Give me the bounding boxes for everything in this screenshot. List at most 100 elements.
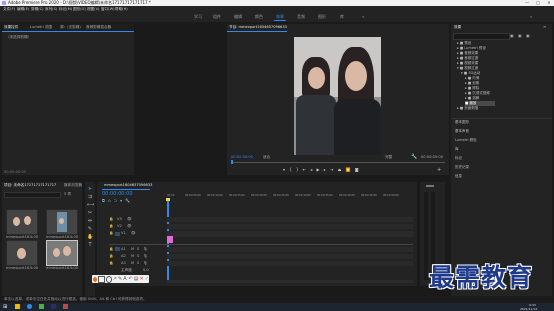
track-a2[interactable] xyxy=(167,254,413,259)
mute-button[interactable]: M xyxy=(131,261,134,265)
workspace-graphics[interactable]: 图形 xyxy=(318,12,326,22)
eye-icon[interactable]: 👁 xyxy=(131,231,136,235)
panel-menu-icon[interactable]: ≡ xyxy=(543,24,546,29)
slip-tool-icon[interactable]: ⇹ xyxy=(87,218,93,224)
playback-resolution-select[interactable]: 完整 xyxy=(385,155,392,160)
track-label-v3[interactable]: V3 xyxy=(117,217,122,221)
workspace-assembly[interactable]: 组件 xyxy=(213,12,221,22)
track-label-a3[interactable]: A3 xyxy=(121,261,126,265)
mute-button[interactable]: M xyxy=(131,254,134,258)
track-lock-icon[interactable]: 🔒 xyxy=(109,224,113,228)
master-track-label[interactable]: 主声道 xyxy=(121,268,132,273)
export-frame-icon[interactable]: ◙ xyxy=(355,167,363,172)
add-button-icon[interactable]: + xyxy=(437,167,441,173)
undo-icon[interactable]: ↶ xyxy=(129,276,133,282)
32bit-effects-icon[interactable]: ▣ xyxy=(518,33,522,38)
video-clip[interactable] xyxy=(167,236,173,243)
project-thumbnail-3[interactable] xyxy=(6,240,38,266)
pen-tool-icon[interactable]: ✎ xyxy=(87,226,93,232)
project-thumbnail-2[interactable] xyxy=(46,209,78,235)
app-icon[interactable] xyxy=(63,304,68,309)
tab-lumetri-scopes[interactable]: Lumetri 范围 xyxy=(30,25,52,30)
mute-button[interactable]: M xyxy=(131,247,134,251)
track-v3[interactable] xyxy=(167,217,413,222)
track-select-tool-icon[interactable]: ⇉ xyxy=(87,194,93,200)
track-v2[interactable] xyxy=(167,224,413,229)
track-lock-icon[interactable]: 🔒 xyxy=(109,231,113,235)
circle-icon[interactable] xyxy=(105,275,112,283)
microphone-icon[interactable]: 🎙 xyxy=(143,261,148,265)
text-icon[interactable]: A xyxy=(123,276,127,282)
solo-button[interactable]: S xyxy=(137,247,139,251)
tab-effect-controls[interactable]: 效果控件 xyxy=(4,25,18,30)
effects-tree-page-peel[interactable]: ▸ ■ 页面剥落 xyxy=(457,106,551,111)
tab-source[interactable]: 源：(无剪辑) xyxy=(60,25,81,30)
premiere-taskbar-icon[interactable] xyxy=(51,304,56,309)
accelerated-effects-icon[interactable]: ▣ xyxy=(510,33,514,38)
confirm-icon[interactable]: ✓ xyxy=(145,276,149,282)
track-label-v2[interactable]: V2 xyxy=(117,224,122,228)
search-icon[interactable]: ⌕ xyxy=(530,12,532,22)
effects-search-input[interactable] xyxy=(453,33,510,40)
type-tool-icon[interactable]: T xyxy=(87,242,93,248)
program-monitor-tab[interactable]: 节目: mmexport1604657096633 xyxy=(229,25,287,30)
track-a1[interactable] xyxy=(167,247,413,252)
program-current-timecode[interactable]: 00:00:00:00 xyxy=(231,155,253,159)
history-section[interactable]: 历史记录 xyxy=(455,165,549,170)
workspace-color[interactable]: 颜色 xyxy=(255,12,263,22)
cancel-icon[interactable]: ✕ xyxy=(139,276,143,282)
selection-tool-icon[interactable]: ➤ xyxy=(87,186,93,192)
more-workspaces-icon[interactable]: » xyxy=(362,12,364,22)
ripple-edit-tool-icon[interactable]: ⟷ xyxy=(87,202,94,208)
lift-icon[interactable]: ⏏ xyxy=(338,167,346,172)
workspace-editing[interactable]: 编辑 xyxy=(234,12,242,22)
go-to-out-icon[interactable]: ⇥ xyxy=(330,167,338,172)
project-thumbnail-1[interactable] xyxy=(6,209,38,235)
timeline-settings-icon[interactable]: 🔧 xyxy=(125,198,133,203)
track-label-a1[interactable]: A1 xyxy=(121,247,126,251)
track-label-v1[interactable]: V1 xyxy=(121,231,126,235)
eye-icon[interactable]: 👁 xyxy=(127,217,132,221)
pencil-icon[interactable]: ✎ xyxy=(118,276,122,282)
solo-button[interactable]: S xyxy=(137,254,139,258)
timeline-sequence-tab[interactable]: mmexport1604657096633 xyxy=(104,183,152,187)
track-a3[interactable] xyxy=(167,261,413,266)
timeline-horizontal-scrollbar[interactable] xyxy=(167,280,413,283)
playhead-marker[interactable] xyxy=(231,160,233,164)
timeline-timecode[interactable]: 00:00:00:00 xyxy=(102,191,133,197)
hand-tool-icon[interactable]: ✋ xyxy=(87,234,93,240)
timeline-ruler[interactable]: 00:00 00:00:05:00 00:00:10:00 00:00:15:0… xyxy=(167,194,413,200)
project-tab[interactable]: 项目: 未命名17171717171717 xyxy=(4,183,56,188)
media-browser-tab[interactable]: 媒体浏览器 xyxy=(64,183,82,188)
yuv-effects-icon[interactable]: ▣ xyxy=(526,33,530,38)
track-lock-icon[interactable]: 🔒 xyxy=(109,261,113,265)
source-patch-v1[interactable] xyxy=(115,232,120,236)
essential-sound-section[interactable]: 基本声音 xyxy=(455,129,549,134)
wrench-icon[interactable]: 🔧 xyxy=(411,154,417,160)
wechat-icon[interactable] xyxy=(39,304,44,309)
program-scrub-bar[interactable] xyxy=(231,162,445,163)
track-v1[interactable] xyxy=(167,231,413,237)
track-lock-icon[interactable]: 🔒 xyxy=(109,247,113,251)
mark-in-icon[interactable]: { xyxy=(289,167,296,172)
workspace-audio[interactable]: 音频 xyxy=(297,12,305,22)
file-explorer-icon[interactable] xyxy=(15,304,20,309)
project-thumbnail-4-selected[interactable] xyxy=(46,240,78,266)
play-icon[interactable]: ▶ xyxy=(317,167,324,172)
zoom-level-select[interactable]: 适合 xyxy=(263,155,270,160)
logo-icon[interactable] xyxy=(93,276,98,282)
extract-icon[interactable]: ⏫ xyxy=(346,167,355,172)
razor-tool-icon[interactable]: ✂ xyxy=(87,210,93,216)
source-patch-a1[interactable] xyxy=(115,247,120,251)
workspace-libraries[interactable]: 库 xyxy=(340,12,344,22)
eye-icon[interactable]: 👁 xyxy=(127,224,132,228)
libraries-section[interactable]: 库 xyxy=(455,147,549,152)
browser-icon[interactable] xyxy=(27,304,32,309)
project-search-input[interactable] xyxy=(4,192,61,198)
windows-start-icon[interactable]: ⊞ xyxy=(3,304,7,310)
arrow-icon[interactable]: ↗ xyxy=(113,276,117,282)
info-section[interactable]: 信息 xyxy=(455,174,549,179)
master-volume-value[interactable]: 0.0 xyxy=(143,268,149,272)
track-lock-icon[interactable]: 🔒 xyxy=(109,254,113,258)
lumetri-color-section[interactable]: Lumetri 颜色 xyxy=(455,138,549,143)
